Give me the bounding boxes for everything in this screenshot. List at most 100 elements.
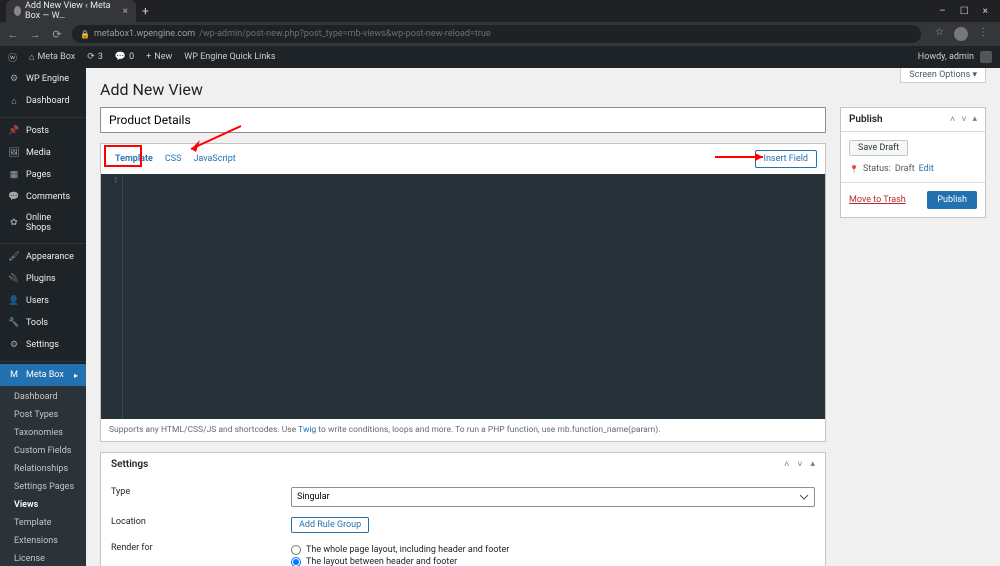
location-label: Location bbox=[111, 517, 291, 527]
chevron-down-icon[interactable]: ˅ bbox=[797, 459, 802, 470]
render-option[interactable]: The whole page layout, including header … bbox=[291, 545, 815, 555]
collapse-toggle-icon[interactable]: ▴ bbox=[810, 459, 815, 470]
menu-icon: ✿ bbox=[8, 217, 20, 229]
sidebar-item-label: Media bbox=[26, 148, 51, 158]
nav-back-icon[interactable]: ← bbox=[6, 28, 20, 41]
editor-support-note: Supports any HTML/CSS/JS and shortcodes.… bbox=[101, 419, 825, 441]
chevron-down-icon[interactable]: ˅ bbox=[961, 114, 966, 125]
adminbar-quick-links[interactable]: WP Engine Quick Links bbox=[184, 52, 275, 62]
save-draft-button[interactable]: Save Draft bbox=[849, 140, 908, 156]
type-select[interactable]: Singular bbox=[291, 487, 815, 507]
page-heading: Add New View bbox=[100, 80, 986, 99]
sidebar-item[interactable]: 🔌 Plugins bbox=[0, 268, 86, 290]
tab-title: Add New View ‹ Meta Box — W… bbox=[25, 1, 115, 21]
menu-icon: ⚙ bbox=[8, 339, 20, 351]
window-close-icon[interactable]: × bbox=[983, 6, 988, 17]
render-radio[interactable] bbox=[291, 545, 301, 555]
menu-icon: 🔧 bbox=[8, 317, 20, 329]
sidebar-item[interactable]: 💬Comments bbox=[0, 186, 86, 208]
menu-icon: ⌂ bbox=[8, 95, 20, 107]
render-label: Render for bbox=[111, 543, 291, 553]
browser-tab-active[interactable]: Add New View ‹ Meta Box — W… × bbox=[6, 0, 136, 22]
browser-tab-strip: Add New View ‹ Meta Box — W… × + – ☐ × bbox=[0, 0, 1000, 22]
sidebar-subitem[interactable]: Extensions bbox=[0, 532, 86, 550]
sidebar-subitem[interactable]: Dashboard bbox=[0, 388, 86, 406]
render-radio[interactable] bbox=[291, 557, 301, 566]
chevron-up-icon[interactable]: ˄ bbox=[950, 114, 955, 125]
new-tab-button[interactable]: + bbox=[142, 4, 149, 18]
sidebar-item[interactable]: ▦Pages bbox=[0, 164, 86, 186]
sidebar-item-label: Meta Box bbox=[26, 370, 64, 380]
sidebar-subitem[interactable]: Relationships bbox=[0, 460, 86, 478]
url-host: metabox1.wpengine.com bbox=[94, 29, 195, 39]
tab-css[interactable]: CSS bbox=[159, 150, 188, 168]
adminbar-new[interactable]: + New bbox=[146, 52, 172, 62]
sidebar-item[interactable]: 🖌Appearance bbox=[0, 246, 86, 268]
screen-options-toggle[interactable]: Screen Options ▾ bbox=[900, 68, 986, 83]
bookmark-icon[interactable]: ☆ bbox=[935, 27, 944, 41]
window-minimize-icon[interactable]: – bbox=[939, 6, 946, 17]
close-icon[interactable]: × bbox=[123, 6, 128, 17]
render-option-label: The whole page layout, including header … bbox=[306, 545, 509, 555]
sidebar-subitem[interactable]: Taxonomies bbox=[0, 424, 86, 442]
sidebar-subitem[interactable]: Settings Pages bbox=[0, 478, 86, 496]
nav-forward-icon[interactable]: → bbox=[28, 28, 42, 41]
adminbar-updates[interactable]: ⟳ 3 bbox=[87, 52, 103, 62]
sidebar-subitem[interactable]: Post Types bbox=[0, 406, 86, 424]
sidebar-subitem[interactable]: Template bbox=[0, 514, 86, 532]
sidebar-item[interactable]: 🔧 Tools bbox=[0, 312, 86, 334]
editor-postbox: Template CSS JavaScript Insert Field bbox=[100, 143, 826, 442]
post-title-input[interactable] bbox=[100, 107, 826, 133]
sidebar-item[interactable]: ⚙ Settings bbox=[0, 334, 86, 356]
sidebar-item[interactable]: ⌂Dashboard bbox=[0, 90, 86, 112]
wp-logo-icon[interactable]: ⓦ bbox=[8, 51, 17, 64]
status-label: Status: bbox=[863, 164, 891, 174]
render-option[interactable]: The layout between header and footer bbox=[291, 557, 815, 566]
code-editor[interactable]: 1 bbox=[101, 174, 825, 419]
menu-icon: 💬 bbox=[8, 191, 20, 203]
menu-icon: 🔌 bbox=[8, 273, 20, 285]
sidebar-submenu: DashboardPost TypesTaxonomiesCustom Fiel… bbox=[0, 386, 86, 566]
sidebar-item-metabox[interactable]: M Meta Box ▸ bbox=[0, 364, 86, 386]
sidebar-item-label: Posts bbox=[26, 126, 49, 136]
sidebar-item-label: Plugins bbox=[26, 274, 56, 284]
window-maximize-icon[interactable]: ☐ bbox=[960, 6, 969, 17]
profile-avatar-icon[interactable] bbox=[954, 27, 968, 41]
sidebar-item-label: Users bbox=[26, 296, 49, 306]
sidebar-item[interactable]: 🖼Media bbox=[0, 142, 86, 164]
twig-doc-link[interactable]: Twig bbox=[298, 425, 316, 435]
adminbar-site[interactable]: ⌂ Meta Box bbox=[29, 52, 75, 63]
sidebar-item-label: Settings bbox=[26, 340, 59, 350]
status-edit-link[interactable]: Edit bbox=[919, 164, 934, 174]
browser-menu-icon[interactable]: ⋮ bbox=[978, 27, 988, 41]
wp-sidebar: ⚙WP Engine⌂Dashboard📌Posts🖼Media▦Pages💬C… bbox=[0, 68, 86, 566]
sidebar-subitem[interactable]: License bbox=[0, 550, 86, 566]
add-rule-group-button[interactable]: Add Rule Group bbox=[291, 517, 369, 533]
move-to-trash-link[interactable]: Move to Trash bbox=[849, 195, 906, 205]
publish-button[interactable]: Publish bbox=[927, 191, 977, 209]
tab-template[interactable]: Template bbox=[109, 150, 159, 168]
url-bar[interactable]: 🔒 metabox1.wpengine.com/wp-admin/post-ne… bbox=[72, 25, 921, 43]
pin-icon: 📍 bbox=[849, 165, 859, 174]
nav-reload-icon[interactable]: ⟳ bbox=[50, 28, 64, 41]
adminbar-avatar-icon[interactable] bbox=[980, 51, 992, 63]
settings-postbox: Settings ˄ ˅ ▴ Type Singular bbox=[100, 452, 826, 566]
sidebar-item-label: WP Engine bbox=[26, 74, 69, 84]
sidebar-item[interactable]: 👤Users bbox=[0, 290, 86, 312]
sidebar-item[interactable]: ⚙ WP Engine bbox=[0, 68, 86, 90]
url-path: /wp-admin/post-new.php?post_type=mb-view… bbox=[199, 29, 491, 39]
sidebar-item[interactable]: ✿Online Shops bbox=[0, 208, 86, 238]
menu-icon: ⚙ bbox=[8, 73, 20, 85]
tab-javascript[interactable]: JavaScript bbox=[187, 150, 241, 168]
insert-field-button[interactable]: Insert Field bbox=[755, 150, 817, 168]
sidebar-subitem[interactable]: Views bbox=[0, 496, 86, 514]
sidebar-item-label: Tools bbox=[26, 318, 48, 328]
publish-postbox: Publish ˄ ˅ ▴ Save Draft 📍 Status: Draft bbox=[840, 107, 986, 218]
sidebar-subitem[interactable]: Custom Fields bbox=[0, 442, 86, 460]
sidebar-item[interactable]: 📌Posts bbox=[0, 120, 86, 142]
chevron-up-icon[interactable]: ˄ bbox=[784, 459, 789, 470]
browser-address-bar: ← → ⟳ 🔒 metabox1.wpengine.com/wp-admin/p… bbox=[0, 22, 1000, 46]
adminbar-comments[interactable]: 💬 0 bbox=[115, 52, 134, 62]
adminbar-howdy[interactable]: Howdy, admin bbox=[918, 52, 974, 62]
collapse-toggle-icon[interactable]: ▴ bbox=[972, 114, 977, 125]
